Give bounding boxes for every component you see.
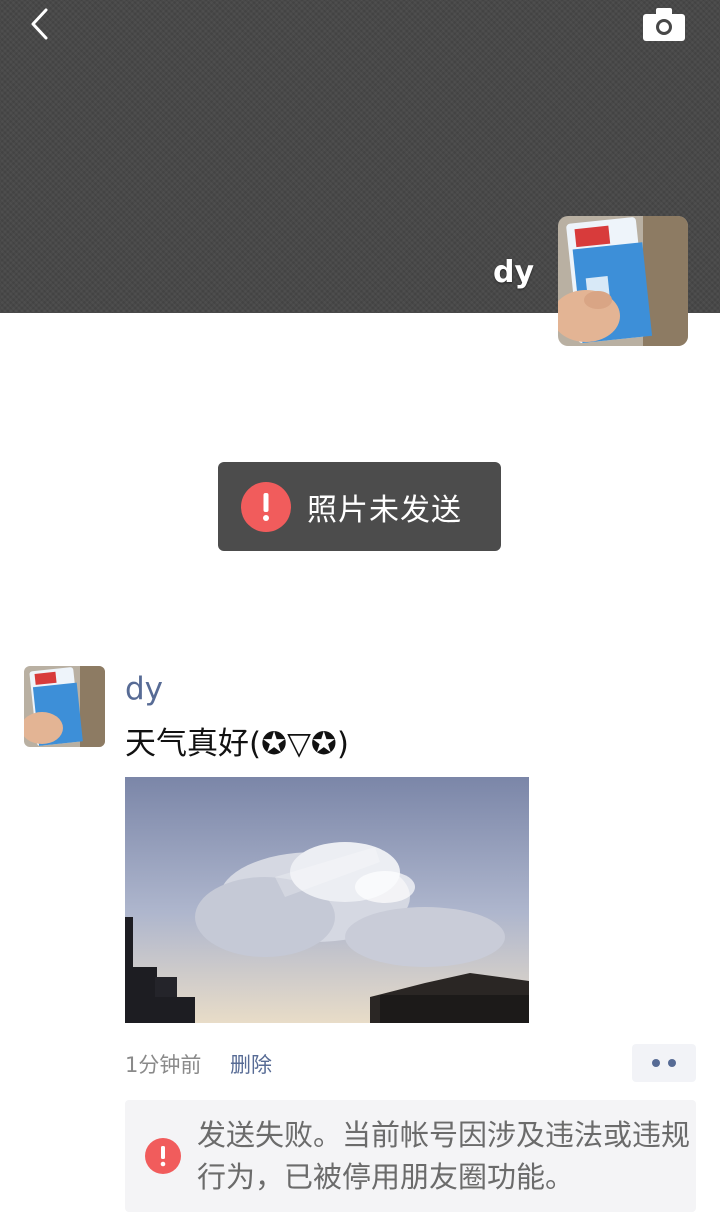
post-author-name[interactable]: dy	[125, 671, 163, 707]
exclamation-circle-icon	[145, 1138, 181, 1174]
delete-link[interactable]: 删除	[230, 1049, 272, 1079]
post-photo[interactable]	[125, 777, 529, 1023]
chevron-left-icon	[31, 8, 48, 40]
camera-icon	[643, 8, 685, 41]
send-failure-notice: 发送失败。当前帐号因涉及违法或违规行为，已被停用朋友圈功能。	[125, 1100, 696, 1212]
failure-message: 发送失败。当前帐号因涉及违法或违规行为，已被停用朋友圈功能。	[197, 1118, 691, 1194]
toast-photo-not-sent: 照片未发送	[218, 462, 501, 551]
camera-button[interactable]	[640, 4, 688, 44]
cover-user-name[interactable]: dy	[493, 255, 534, 290]
more-dots-icon[interactable]	[632, 1044, 696, 1082]
back-button[interactable]	[22, 4, 62, 44]
exclamation-circle-icon	[241, 481, 291, 532]
post-text: 天气真好(✪▽✪)	[125, 726, 349, 762]
cover-avatar[interactable]	[558, 216, 688, 346]
post-timestamp: 1分钟前	[125, 1053, 202, 1077]
toast-message: 照片未发送	[307, 492, 462, 528]
post-author-avatar[interactable]	[24, 666, 105, 747]
